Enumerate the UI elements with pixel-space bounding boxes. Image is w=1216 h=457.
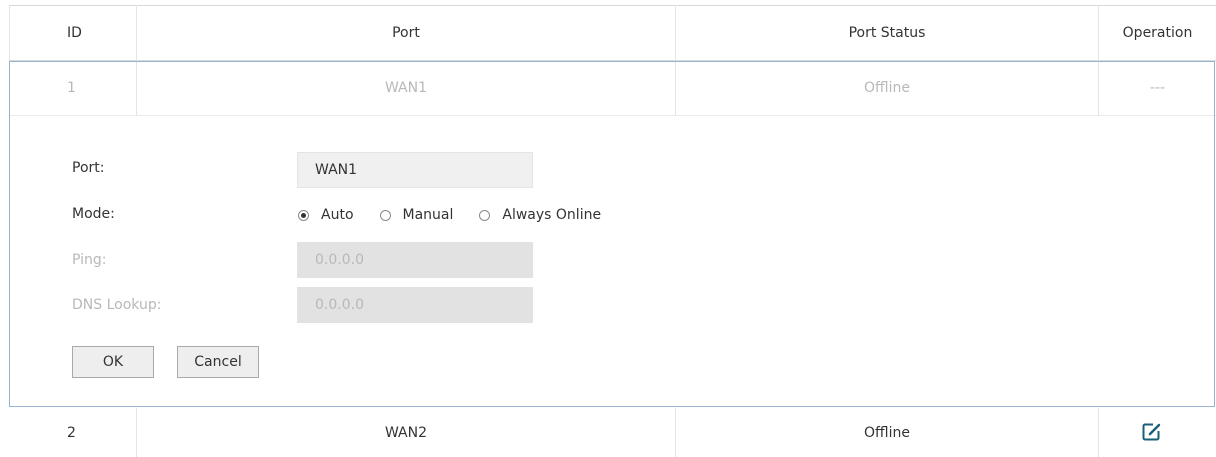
mode-radio-auto[interactable]: Auto xyxy=(298,207,354,223)
header-operation: Operation xyxy=(1122,25,1193,41)
cancel-button[interactable]: Cancel xyxy=(177,346,259,378)
mode-label: Mode: xyxy=(72,206,115,222)
mode-radio-group: Auto Manual Always Online xyxy=(298,205,627,225)
ping-input[interactable]: 0.0.0.0 xyxy=(297,242,533,278)
mode-option-auto-label: Auto xyxy=(321,207,354,223)
col-divider xyxy=(9,5,10,61)
header-id: ID xyxy=(67,25,82,41)
dns-lookup-input[interactable]: 0.0.0.0 xyxy=(297,287,533,323)
row2-port: WAN2 xyxy=(384,424,428,441)
mode-radio-manual[interactable]: Manual xyxy=(379,207,454,223)
radio-unchecked-icon xyxy=(479,209,491,221)
dns-lookup-label: DNS Lookup: xyxy=(72,297,162,313)
header-port-status: Port Status xyxy=(848,25,926,41)
mode-option-manual-label: Manual xyxy=(402,207,454,223)
port-field: WAN1 xyxy=(297,152,533,188)
edit-icon[interactable] xyxy=(1142,422,1162,442)
port-label: Port: xyxy=(72,160,105,176)
port-table: ID Port Port Status Operation 1 WAN1 Off… xyxy=(0,0,1216,457)
ping-label: Ping: xyxy=(72,252,107,268)
row2-id: 2 xyxy=(67,424,76,441)
row2-status: Offline xyxy=(864,424,910,441)
mode-option-always-online-label: Always Online xyxy=(502,207,602,223)
radio-checked-icon xyxy=(298,209,309,221)
mode-radio-always-online[interactable]: Always Online xyxy=(479,207,601,223)
radio-unchecked-icon xyxy=(379,209,391,221)
header-port: Port xyxy=(392,25,420,41)
col-divider xyxy=(1098,408,1099,457)
ok-button[interactable]: OK xyxy=(72,346,154,378)
